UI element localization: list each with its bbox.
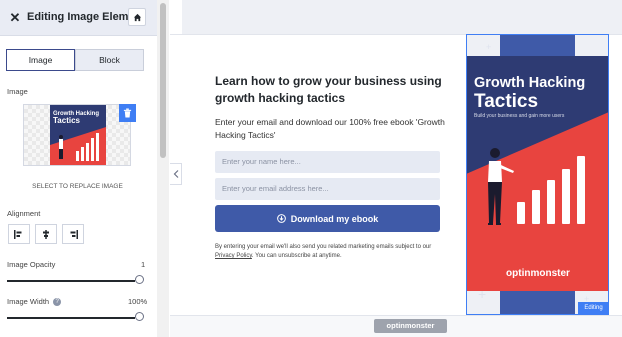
email-field[interactable]: Enter your email address here...: [215, 178, 440, 200]
width-handle[interactable]: [135, 312, 144, 321]
width-track: [7, 317, 135, 319]
align-center-button[interactable]: [35, 224, 57, 244]
svg-text:Tactics: Tactics: [53, 116, 81, 125]
image-label: Image: [7, 87, 28, 96]
book-title-line1: Growth Hacking: [474, 75, 585, 91]
disclaimer-text-end: . You can unsubscribe at anytime.: [251, 253, 342, 259]
opacity-track: [7, 280, 135, 282]
book-bar-1: [517, 202, 525, 224]
download-icon: [276, 214, 286, 223]
opacity-slider[interactable]: [7, 275, 144, 284]
panel-scroll-thumb[interactable]: [160, 3, 166, 158]
optin-headline[interactable]: Learn how to grow your business using gr…: [215, 73, 450, 107]
book-subtitle: Build your business and gain more users: [474, 113, 565, 119]
align-left-icon: [14, 229, 22, 239]
download-button[interactable]: Download my ebook: [215, 205, 440, 232]
book-bar-2: [532, 190, 540, 224]
ebook-cover-image[interactable]: + + + Growth Hacking Tactics Build your …: [466, 34, 609, 315]
book-logo: optinmonster: [506, 268, 570, 279]
align-left-button[interactable]: [8, 224, 30, 244]
editing-badge: Editing: [578, 302, 609, 314]
editor-root: ✕ Editing Image Element Image Block Imag…: [0, 0, 622, 337]
name-field[interactable]: Enter your name here...: [215, 151, 440, 173]
download-button-label: Download my ebook: [290, 213, 379, 224]
help-icon[interactable]: ?: [53, 298, 62, 307]
privacy-policy-link[interactable]: Privacy Policy: [215, 253, 252, 259]
footer-brand-logo[interactable]: optinmonster: [374, 319, 447, 333]
tab-image[interactable]: Image: [6, 49, 75, 71]
element-tabs: Image Block: [6, 49, 144, 71]
width-label: Image Width ?: [7, 297, 62, 307]
trash-icon: [123, 108, 132, 118]
replace-image-text: SELECT TO REPLACE IMAGE: [32, 183, 123, 190]
disclaimer-text-start: By entering your email we'll also send y…: [215, 244, 432, 250]
tab-block[interactable]: Block: [75, 49, 144, 71]
width-slider[interactable]: [7, 312, 144, 321]
home-icon: [133, 13, 141, 21]
book-title-line2: Tactics: [474, 91, 538, 112]
book-bar-5: [577, 156, 585, 224]
image-picker[interactable]: Growth Hacking Tactics SELECT TO REPLACE…: [12, 104, 143, 192]
width-value: 100%: [128, 297, 148, 306]
book-bar-4: [562, 169, 570, 224]
close-icon[interactable]: ✕: [6, 9, 24, 27]
book-bar-3: [547, 180, 555, 224]
optin-body-text[interactable]: Enter your email and download our 100% f…: [215, 116, 445, 142]
settings-panel: ✕ Editing Image Element Image Block Imag…: [0, 0, 157, 337]
opacity-handle[interactable]: [135, 275, 144, 284]
home-button[interactable]: [128, 8, 146, 26]
image-thumbnail[interactable]: Growth Hacking Tactics: [23, 104, 131, 166]
alignment-label: Alignment: [7, 209, 41, 218]
alignment-group: [8, 224, 84, 244]
delete-image-button[interactable]: [119, 104, 136, 122]
width-label-text: Image Width: [7, 297, 50, 306]
panel-header: ✕ Editing Image Element: [0, 0, 157, 36]
opacity-value: 1: [141, 260, 146, 269]
chevron-left-icon: [173, 170, 178, 178]
align-right-button[interactable]: [62, 224, 84, 244]
panel-scrollbar[interactable]: [157, 0, 169, 337]
align-center-icon: [43, 229, 49, 239]
collapse-panel-button[interactable]: [170, 163, 182, 185]
opacity-label: Image Opacity: [7, 260, 56, 269]
svg-text:+: +: [486, 42, 491, 52]
align-right-icon: [70, 229, 78, 239]
privacy-disclaimer: By entering your email we'll also send y…: [215, 243, 443, 261]
